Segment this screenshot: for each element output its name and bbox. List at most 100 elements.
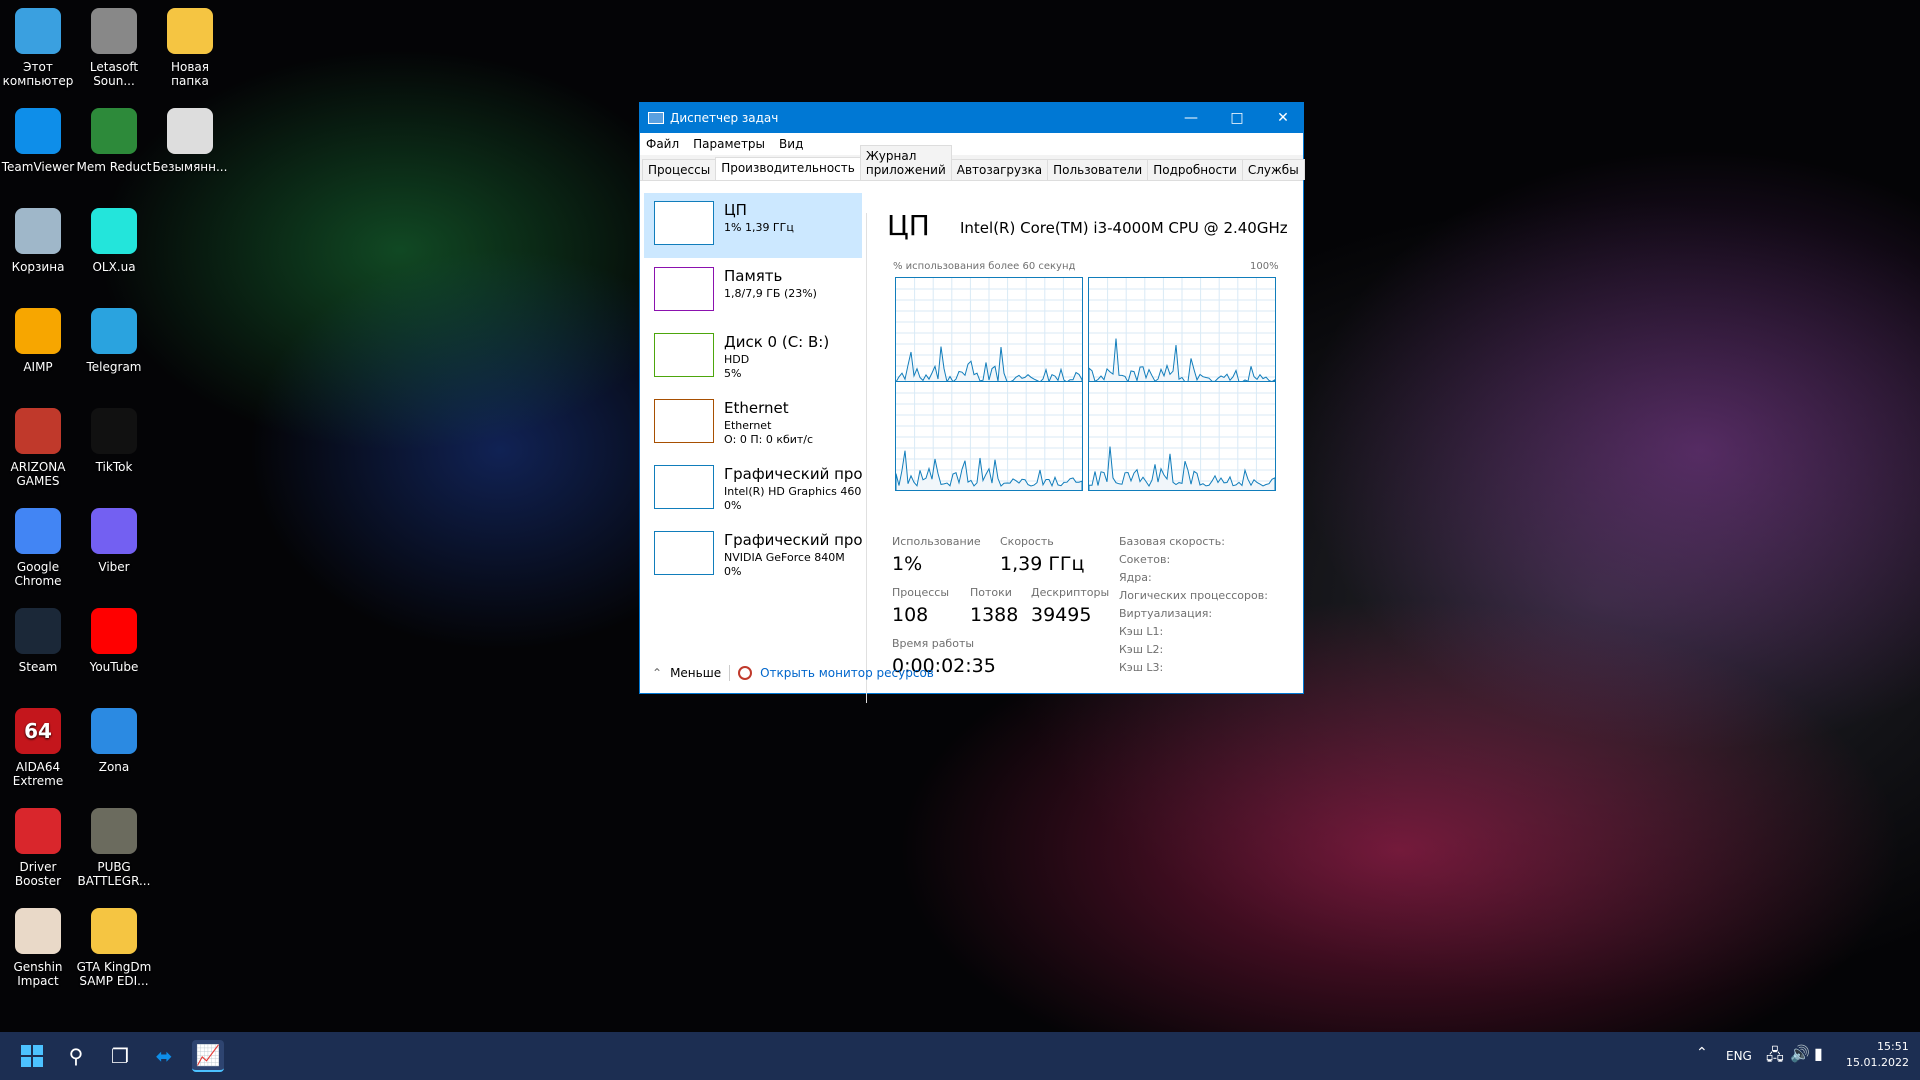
desktop-icon[interactable]: Google Chrome [0, 504, 76, 588]
cpu-core-graph [895, 381, 1084, 492]
graph-max: 100% [1250, 261, 1279, 272]
desktop-icon[interactable]: Genshin Impact [0, 904, 76, 988]
chevron-up-icon[interactable]: ⌃ [1696, 1045, 1708, 1061]
desktop-icon-label: Letasoft Soun... [89, 60, 139, 88]
search-icon[interactable]: ⚲ [60, 1040, 92, 1072]
arizona-icon [15, 408, 61, 454]
network-icon[interactable]: 🖧 [1766, 1044, 1784, 1071]
desktop-icon[interactable]: GTA KingDm SAMP EDI... [76, 904, 152, 988]
desktop-icon[interactable]: Letasoft Soun... [76, 4, 152, 88]
separator [729, 665, 731, 681]
desktop-icon[interactable]: Этот компьютер [0, 4, 76, 88]
sidebar-item[interactable]: Ethernet Ethernet О: 0 П: 0 кбит/с [644, 391, 862, 456]
sidebar-item[interactable]: Память 1,8/7,9 ГБ (23%) [644, 259, 862, 324]
resource-monitor-icon [738, 666, 753, 680]
sidebar-item[interactable]: Диск 0 (C: B:) HDD 5% [644, 325, 862, 390]
desktop-icon[interactable]: Mem Reduct [76, 104, 152, 174]
menu-options[interactable]: Параметры [693, 137, 765, 151]
start-button[interactable] [16, 1040, 48, 1072]
handles-label: Дескрипторы [1031, 586, 1110, 599]
desktop-icon-label: Безымянн... [152, 160, 228, 174]
language-indicator[interactable]: ENG [1726, 1049, 1752, 1063]
chevron-up-icon[interactable]: ⌃ [652, 666, 662, 680]
footer: ⌃ Меньше Открыть монитор ресурсов [640, 653, 1303, 693]
menu-view[interactable]: Вид [779, 137, 803, 151]
sidebar-item-title: Память [724, 267, 783, 285]
graph-label: % использования более 60 секунд [893, 261, 1076, 272]
sidebar-item-sub: 0% [724, 565, 742, 578]
tiktok-icon [91, 408, 137, 454]
minimize-button[interactable]: — [1168, 103, 1214, 133]
folder-icon [167, 8, 213, 54]
sidebar-item-sub: HDD [724, 353, 750, 366]
desktop-icon[interactable]: YouTube [76, 604, 152, 674]
mini-graph [654, 531, 714, 575]
desktop-icon-label: TikTok [95, 460, 133, 474]
monitor-icon [15, 8, 61, 54]
desktop-icon-label: AIDA64 Extreme [12, 760, 64, 788]
desktop-icon[interactable]: PUBG BATTLEGR... [76, 804, 152, 888]
desktop-icon[interactable]: Steam [0, 604, 76, 674]
teamviewer-icon [15, 108, 61, 154]
maximize-button[interactable]: □ [1214, 103, 1260, 133]
desktop-icon-label: Viber [98, 560, 130, 574]
desktop-icon-label: Mem Reduct [76, 160, 152, 174]
desktop-icon[interactable]: Zona [76, 704, 152, 774]
sidebar-item-title: Ethernet [724, 399, 789, 417]
spec-label: Сокетов: [1119, 553, 1171, 566]
desktop-icon[interactable]: ARIZONA GAMES [0, 404, 76, 488]
desktop-icon[interactable]: Driver Booster [0, 804, 76, 888]
task-view-icon[interactable]: ❐ [104, 1040, 136, 1072]
cpu-core-graph [1088, 381, 1277, 492]
spec-label: Базовая скорость: [1119, 535, 1225, 548]
cpu-core-graph [1088, 277, 1277, 388]
sidebar-item[interactable]: Графический процессор 0 Intel(R) HD Graph… [644, 457, 862, 522]
desktop-icon[interactable]: AIMP [0, 304, 76, 374]
aida64-icon: 64 [15, 708, 61, 754]
desktop-icon-label: YouTube [89, 660, 139, 674]
youtube-icon [91, 608, 137, 654]
menu-bar: Файл Параметры Вид [640, 133, 1303, 155]
task-manager-taskbar-icon[interactable]: 📈 [192, 1040, 224, 1072]
sidebar-item[interactable]: ЦП 1% 1,39 ГГц [644, 193, 862, 258]
desktop-icon[interactable]: OLX.ua [76, 204, 152, 274]
desktop-icon[interactable]: Безымянн... [152, 104, 228, 174]
menu-file[interactable]: Файл [646, 137, 679, 151]
desktop-icon[interactable]: TikTok [76, 404, 152, 474]
tab[interactable]: Производительность [715, 157, 861, 180]
sidebar-item[interactable]: Графический процессор 1 NVIDIA GeForce 84… [644, 523, 862, 588]
clock-time[interactable]: 15:51 [1877, 1040, 1909, 1053]
sidebar-item-title: Графический процессор 0 [724, 465, 862, 483]
usage-value: 1% [892, 553, 923, 575]
sidebar-item-sub: Intel(R) HD Graphics 4600 [724, 485, 862, 498]
volume-icon[interactable]: 🔊 [1790, 1044, 1810, 1063]
speed-value: 1,39 ГГц [1000, 553, 1085, 575]
teamviewer-taskbar-icon[interactable]: ⬌ [148, 1040, 180, 1072]
title-bar[interactable]: Диспетчер задач — □ ✕ [640, 103, 1303, 133]
fewer-details-button[interactable]: Меньше [670, 666, 721, 680]
desktop-icon-label: Google Chrome [14, 560, 62, 588]
mini-graph [654, 267, 714, 311]
pubg-icon [91, 808, 137, 854]
clock-date[interactable]: 15.01.2022 [1846, 1056, 1909, 1069]
tab[interactable]: Процессы [642, 159, 717, 180]
tab[interactable]: Автозагрузка [950, 159, 1049, 180]
open-resource-monitor-link[interactable]: Открыть монитор ресурсов [760, 666, 934, 680]
tab[interactable]: Службы [1241, 159, 1305, 180]
usage-label: Использование [892, 535, 981, 548]
sidebar-item-sub: Ethernet [724, 419, 772, 432]
desktop-icon[interactable]: Корзина [0, 204, 76, 274]
tab[interactable]: Подробности [1147, 159, 1243, 180]
desktop-icon[interactable]: Viber [76, 504, 152, 574]
battery-icon[interactable]: ▮ [1814, 1044, 1823, 1063]
mini-graph [654, 201, 714, 245]
tab[interactable]: Пользователи [1047, 159, 1149, 180]
desktop-icon[interactable]: Новая папка [152, 4, 228, 88]
desktop-icon[interactable]: 64 AIDA64 Extreme [0, 704, 76, 788]
cpu-core-graph [895, 277, 1084, 388]
desktop-icon[interactable]: Telegram [76, 304, 152, 374]
tab[interactable]: Журнал приложений [859, 145, 952, 180]
desktop-icon[interactable]: TeamViewer [0, 104, 76, 174]
desktop-icon-label: AIMP [23, 360, 53, 374]
close-button[interactable]: ✕ [1260, 103, 1306, 133]
